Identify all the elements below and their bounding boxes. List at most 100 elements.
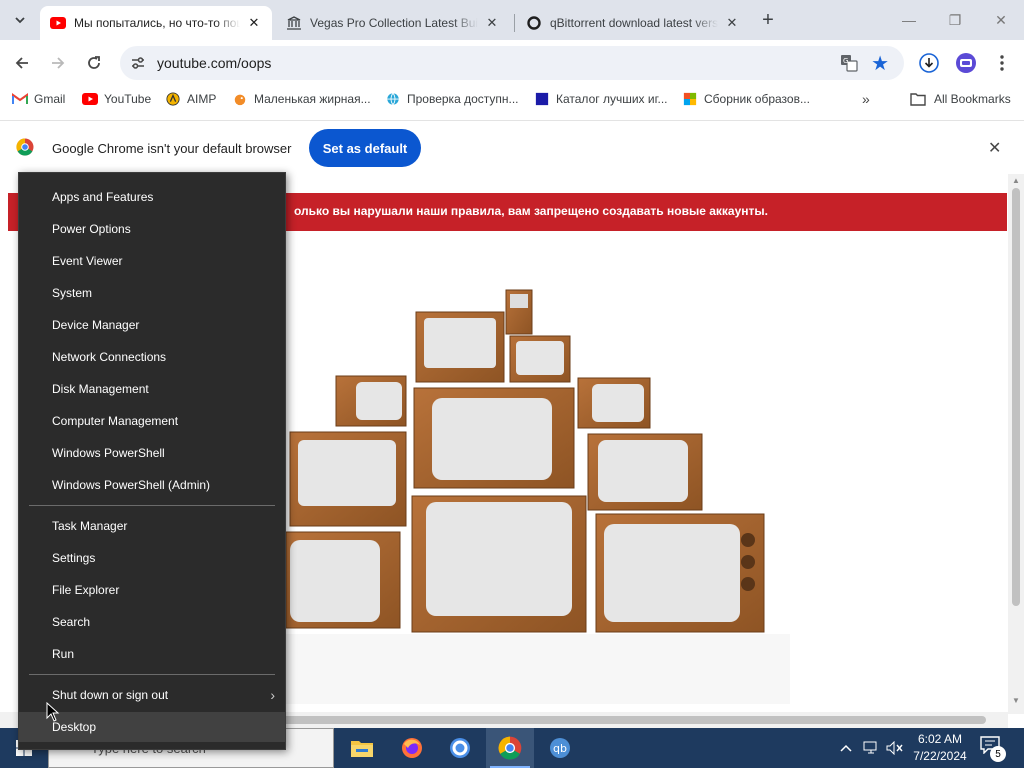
menu-item-label: Windows PowerShell (Admin) [52,478,211,492]
tab-qbittorrent[interactable]: qBittorrent download latest version ✕ [516,6,750,40]
all-bookmarks-button[interactable]: All Bookmarks [910,92,1011,106]
menu-item-apps-and-features[interactable]: Apps and Features [19,182,285,212]
menu-item-run[interactable]: Run [19,639,285,669]
scrollbar-thumb[interactable] [1012,188,1020,606]
folder-icon [351,741,373,757]
bookmark-aimp[interactable]: AIMP [165,92,216,106]
translate-icon[interactable]: G [840,54,858,72]
minimize-button[interactable]: — [894,8,924,32]
qbittorrent-icon: qb [550,738,570,758]
menu-item-label: Network Connections [52,350,167,364]
chevron-up-icon[interactable] [836,728,856,768]
menu-item-event-viewer[interactable]: Event Viewer [19,246,285,276]
taskbar-file-explorer[interactable] [338,728,386,768]
taskbar-chrome[interactable] [486,728,534,768]
site-settings-icon[interactable] [130,55,146,71]
address-bar[interactable]: youtube.com/oops G ★ [120,46,904,80]
bookmark-check[interactable]: Проверка доступн... [385,92,519,106]
menu-item-device-manager[interactable]: Device Manager [19,310,285,340]
star-icon[interactable]: ★ [871,51,889,76]
menu-button[interactable] [991,52,1013,74]
restore-button[interactable]: ❐ [940,8,970,32]
taskbar-firefox[interactable] [388,728,436,768]
url-text[interactable]: youtube.com/oops [157,55,271,71]
bookmark-label: AIMP [187,92,217,106]
gmail-icon [12,93,28,104]
back-button[interactable] [8,49,36,77]
new-tab-button[interactable]: + [756,8,780,32]
bookmark-collection[interactable]: Сборник образов... [682,92,810,106]
menu-item-label: Task Manager [52,519,128,533]
taskbar-qbittorrent[interactable]: qb [536,728,584,768]
menu-item-label: Settings [52,551,96,565]
menu-item-label: Apps and Features [52,190,154,204]
menu-item-network-connections[interactable]: Network Connections [19,342,285,372]
close-icon[interactable]: ✕ [484,15,500,31]
tab-title: Мы попытались, но что-то пошло не так [74,16,240,30]
menu-item-label: Shut down or sign out [52,688,169,702]
avatar-icon [956,53,976,73]
chevron-down-icon [15,17,25,24]
vertical-scrollbar[interactable]: ▲ ▼ [1008,174,1024,714]
menu-item-power-options[interactable]: Power Options [19,214,285,244]
menu-item-computer-management[interactable]: Computer Management [19,406,285,436]
menu-item-system[interactable]: System [19,278,285,308]
menu-item-windows-powershell-admin[interactable]: Windows PowerShell (Admin) [19,470,285,500]
menu-item-settings[interactable]: Settings [19,543,285,573]
scroll-down-icon[interactable]: ▼ [1012,696,1020,705]
close-window-button[interactable]: ✕ [986,8,1016,32]
default-browser-infobar: Google Chrome isn't your default browser… [0,120,1024,174]
bird-icon [234,94,246,106]
clock-date: 7/22/2024 [913,749,967,763]
menu-item-label: Windows PowerShell [52,446,165,460]
bookmark-label: YouTube [104,92,152,106]
menu-item-disk-management[interactable]: Disk Management [19,374,285,404]
forward-button[interactable] [44,49,72,77]
tab-strip: Мы попытались, но что-то пошло не так ✕ … [0,0,1024,40]
clock-time: 6:02 AM [917,732,963,746]
reload-button[interactable] [80,49,108,77]
volume-muted-icon[interactable] [884,728,906,768]
chevron-double-right-icon[interactable]: » [862,91,870,107]
tab-vegas[interactable]: Vegas Pro Collection Latest Build ✕ [276,6,510,40]
bookmark-youtube[interactable]: YouTube [82,92,151,106]
bookmark-label: Проверка доступн... [407,92,519,106]
reload-icon [88,56,100,69]
tab-search-button[interactable] [8,8,32,32]
infobar-message: Google Chrome isn't your default browser [52,141,292,156]
quick-link-menu: Apps and Features Power Options Event View… [18,172,286,750]
menu-item-search[interactable]: Search [19,607,285,637]
profile-avatar[interactable] [955,52,977,74]
menu-item-label: Computer Management [52,414,179,428]
tab-youtube-oops[interactable]: Мы попытались, но что-то пошло не так ✕ [40,6,272,40]
menu-item-file-explorer[interactable]: File Explorer [19,575,285,605]
close-icon[interactable]: ✕ [724,15,740,31]
menu-item-label: File Explorer [52,583,120,597]
menu-item-windows-powershell[interactable]: Windows PowerShell [19,438,285,468]
bookmark-gmail[interactable]: Gmail [12,92,65,106]
downloads-button[interactable] [918,52,940,74]
arrow-left-icon [15,57,28,69]
menu-item-task-manager[interactable]: Task Manager [19,511,285,541]
chrome-icon [16,138,34,156]
notification-count-badge: 5 [990,746,1006,762]
globe-icon [387,93,399,106]
close-icon[interactable]: ✕ [246,15,262,31]
system-clock[interactable]: 6:02 AM 7/22/2024 [906,731,974,765]
network-icon[interactable] [860,728,882,768]
bookmark-catalog[interactable]: Каталог лучших иг... [534,92,668,106]
scroll-up-icon[interactable]: ▲ [1012,176,1020,185]
menu-separator [29,674,275,675]
set-default-button[interactable]: Set as default [309,129,421,167]
bookmark-bird[interactable]: Маленькая жирная... [232,92,371,106]
bookmark-label: Маленькая жирная... [254,92,371,106]
taskbar-browser[interactable] [436,728,484,768]
circle-icon [527,16,541,30]
ms-icon [683,92,697,106]
close-icon[interactable]: ✕ [988,138,1001,158]
more-vertical-icon [1000,55,1004,71]
menu-item-label: Search [52,615,91,629]
bookmarks-bar: Gmail YouTube AIMP Маленькая жирная... П… [0,86,1024,114]
browser-icon [450,738,470,758]
tab-title: qBittorrent download latest version [550,16,718,30]
